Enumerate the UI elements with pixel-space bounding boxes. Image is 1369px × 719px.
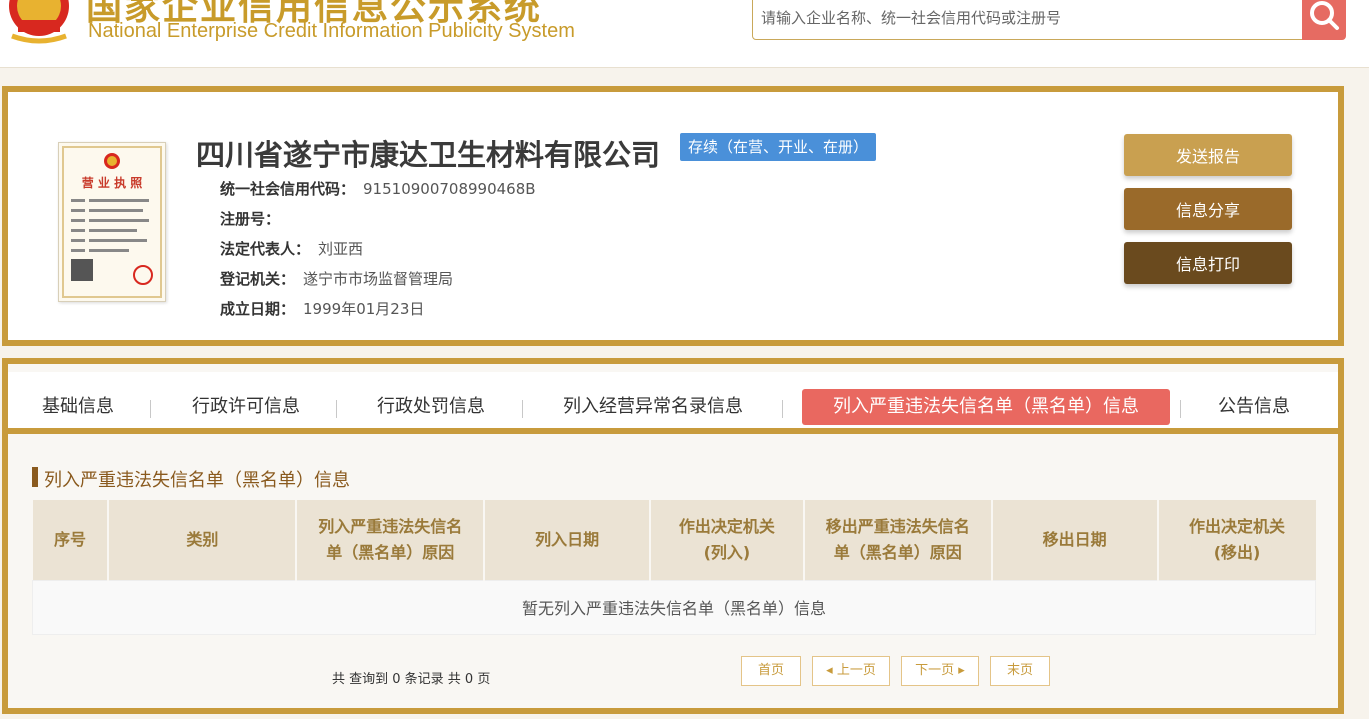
column-header-line: (移出) — [1213, 542, 1261, 562]
next-page-label: 下一页 — [915, 663, 955, 678]
prev-arrow-icon: ◂ — [826, 663, 837, 678]
column-header-line: 列入日期 — [535, 529, 600, 549]
field-label: 统一社会信用代码： — [220, 180, 356, 198]
print-info-button[interactable]: 信息打印 — [1124, 242, 1292, 284]
field-label: 注册号： — [220, 210, 281, 228]
column-header-line: 作出决定机关 — [678, 516, 775, 536]
tab-announcements[interactable]: 公告信息 — [1212, 389, 1296, 425]
tab-bar: 基础信息 行政许可信息 行政处罚信息 列入经营异常名录信息 列入严重违法失信名单… — [8, 372, 1338, 434]
detail-panel: 基础信息 行政许可信息 行政处罚信息 列入经营异常名录信息 列入严重违法失信名单… — [2, 358, 1344, 714]
field-establishment-date: 成立日期： 1999年01月23日 — [220, 298, 424, 319]
field-registration-authority: 登记机关： 遂宁市市场监督管理局 — [220, 268, 453, 289]
field-legal-representative: 法定代表人： 刘亚西 — [220, 238, 363, 259]
column-header: 移出日期 — [991, 500, 1159, 580]
last-page-button[interactable]: 末页 — [990, 656, 1050, 686]
company-name: 四川省遂宁市康达卫生材料有限公司 — [196, 138, 661, 172]
column-header-line: 单（黑名单）原因 — [326, 542, 455, 562]
field-label: 登记机关： — [220, 270, 296, 288]
search-input[interactable] — [761, 9, 1291, 27]
column-header-line: 移出日期 — [1042, 529, 1107, 549]
field-value: 刘亚西 — [318, 240, 364, 258]
company-card: 营 业 执 照 四川省遂宁市康达卫生材料有限公司 存续（在营、开业、在册） 统一… — [2, 86, 1344, 346]
status-badge: 存续（在营、开业、在册） — [680, 133, 877, 161]
search-box — [752, 0, 1306, 40]
column-header-line: 作出决定机关 — [1189, 516, 1286, 536]
empty-state-message: 暂无列入严重违法失信名单（黑名单）信息 — [32, 579, 1316, 635]
search-button[interactable] — [1302, 0, 1346, 40]
license-title: 营 业 执 照 — [82, 175, 143, 190]
tab-divider — [1180, 400, 1181, 418]
section-title: 列入严重违法失信名单（黑名单）信息 — [44, 470, 350, 491]
share-info-button[interactable]: 信息分享 — [1124, 188, 1292, 230]
field-label: 成立日期： — [220, 300, 296, 318]
column-header-line: 类别 — [186, 529, 219, 549]
site-header: 国家企业信用信息公示系统 National Enterprise Credit … — [0, 0, 1369, 68]
site-subtitle: National Enterprise Credit Information P… — [88, 20, 575, 42]
column-header: 作出决定机关 (列入) — [650, 500, 805, 580]
pager-summary: 共 查询到 0 条记录 共 0 页 — [332, 672, 491, 687]
column-header-line: (列入) — [703, 542, 751, 562]
tab-divider — [522, 400, 523, 418]
tab-admin-penalty[interactable]: 行政处罚信息 — [370, 389, 492, 425]
tab-basic-info[interactable]: 基础信息 — [36, 389, 120, 425]
column-header: 列入严重违法失信名 单（黑名单）原因 — [296, 500, 486, 580]
next-arrow-icon: ▸ — [954, 663, 965, 678]
tab-admin-license[interactable]: 行政许可信息 — [186, 389, 306, 425]
field-value: 遂宁市市场监督管理局 — [303, 270, 454, 288]
tab-divider — [336, 400, 337, 418]
section-title-marker — [32, 467, 38, 487]
send-report-button[interactable]: 发送报告 — [1124, 134, 1292, 176]
tab-divider — [150, 400, 151, 418]
column-header: 类别 — [108, 500, 298, 580]
column-header: 作出决定机关 (移出) — [1157, 500, 1316, 580]
field-credit-code: 统一社会信用代码： 91510900708990468B — [220, 178, 536, 199]
field-value: 91510900708990468B — [363, 180, 536, 198]
national-emblem-icon — [9, 0, 69, 44]
prev-page-button[interactable]: ◂ 上一页 — [812, 656, 890, 686]
table-row: 暂无列入严重违法失信名单（黑名单）信息 — [32, 579, 1316, 635]
tab-blacklist[interactable]: 列入严重违法失信名单（黑名单）信息 — [802, 389, 1170, 425]
license-illustration: 营 业 执 照 — [62, 146, 162, 298]
field-value: 1999年01月23日 — [303, 300, 425, 318]
search-icon — [1310, 1, 1339, 30]
table-header-row: 序号 类别 列入严重违法失信名 单（黑名单）原因 列入日期 作出决定机关 (列入) … — [32, 500, 1316, 580]
column-header-line: 序号 — [53, 529, 86, 549]
business-license-image[interactable]: 营 业 执 照 — [58, 142, 166, 302]
column-header-line: 列入严重违法失信名 — [318, 516, 463, 536]
column-header: 序号 — [32, 500, 110, 580]
first-page-button[interactable]: 首页 — [741, 656, 801, 686]
tab-abnormal-operation[interactable]: 列入经营异常名录信息 — [556, 389, 750, 425]
column-header: 移出严重违法失信名 单（黑名单）原因 — [803, 500, 993, 580]
field-label: 法定代表人： — [220, 240, 311, 258]
column-header: 列入日期 — [484, 500, 651, 580]
tab-divider — [782, 400, 783, 418]
field-registration-number: 注册号： — [220, 208, 288, 229]
column-header-line: 单（黑名单）原因 — [833, 542, 962, 562]
blacklist-table: 序号 类别 列入严重违法失信名 单（黑名单）原因 列入日期 作出决定机关 (列入) … — [32, 500, 1316, 635]
prev-page-label: 上一页 — [836, 663, 876, 678]
column-header-line: 移出严重违法失信名 — [825, 516, 970, 536]
next-page-button[interactable]: 下一页 ▸ — [901, 656, 979, 686]
